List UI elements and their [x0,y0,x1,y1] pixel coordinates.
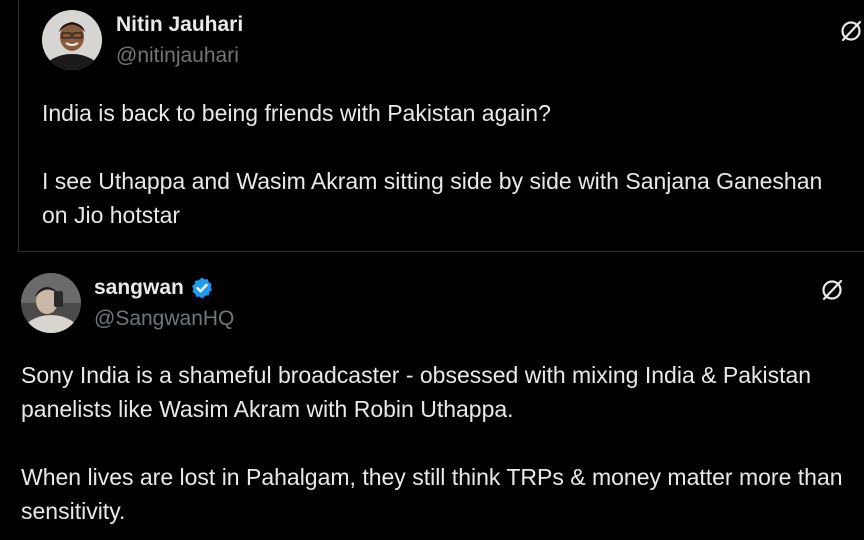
quoted-tweet[interactable]: Nitin Jauhari @nitinjauhari India is bac… [18,0,864,252]
tweet-paragraph: When lives are lost in Pahalgam, they st… [21,464,843,524]
verified-badge-icon[interactable] [190,276,214,300]
tweet-paragraph: India is back to being friends with Paki… [42,100,551,126]
author-name-row: sangwan [94,275,214,301]
avatar-photo-icon [42,10,102,70]
avatar-photo-icon [21,273,81,333]
avatar[interactable] [42,10,102,70]
grok-icon[interactable] [838,18,864,44]
screenshot-canvas: Nitin Jauhari @nitinjauhari India is bac… [0,0,864,540]
grok-icon[interactable] [819,277,845,303]
avatar[interactable] [21,273,81,333]
author-handle[interactable]: @SangwanHQ [94,306,234,332]
tweet-text: India is back to being friends with Paki… [42,96,842,232]
tweet-paragraph: Sony India is a shameful broadcaster - o… [21,362,812,422]
author-name[interactable]: sangwan [94,275,184,301]
tweet-paragraph: I see Uthappa and Wasim Akram sitting si… [42,168,823,228]
author-name[interactable]: Nitin Jauhari [116,12,243,38]
tweet-text: Sony India is a shameful broadcaster - o… [21,358,856,528]
tweet[interactable]: sangwan @SangwanHQ Sony India is a shame… [0,253,864,540]
author-handle[interactable]: @nitinjauhari [116,43,239,69]
